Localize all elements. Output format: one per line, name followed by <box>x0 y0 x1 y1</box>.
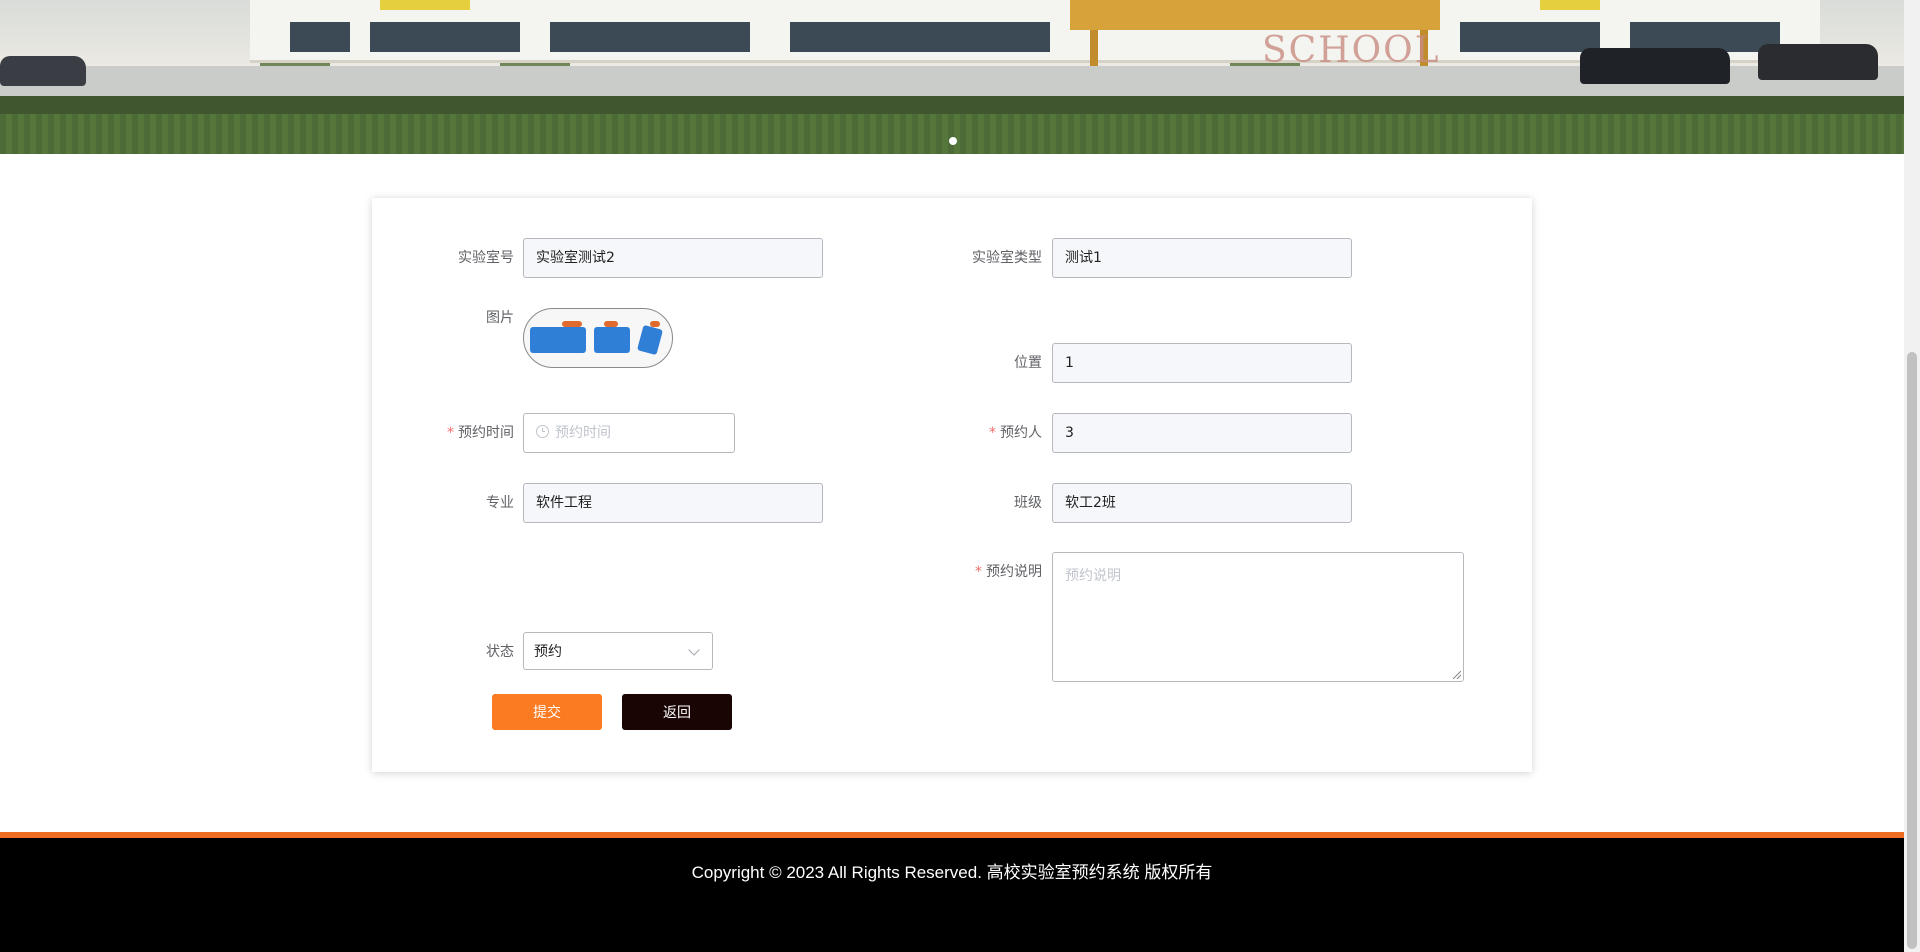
description-textarea[interactable]: 预约说明 <box>1052 552 1464 682</box>
page-scrollbar[interactable] <box>1904 0 1920 952</box>
battery-pack-image <box>636 324 664 356</box>
submit-button[interactable]: 提交 <box>492 694 602 730</box>
battery-pack-image <box>530 327 586 353</box>
required-mark: * <box>447 425 454 441</box>
car-decoration <box>0 56 86 86</box>
class-label: 班级 <box>1014 495 1042 511</box>
reserver-input[interactable]: 3 <box>1052 413 1352 453</box>
location-label: 位置 <box>1014 355 1042 371</box>
lawn <box>0 114 1904 154</box>
class-input[interactable]: 软工2班 <box>1052 483 1352 523</box>
required-mark: * <box>975 564 982 580</box>
description-label: * 预约说明 <box>975 564 1042 580</box>
lab-type-label: 实验室类型 <box>972 250 1042 266</box>
clock-icon <box>536 425 549 438</box>
banner-carousel[interactable]: SCHOOL <box>0 0 1904 154</box>
reserve-time-picker[interactable]: 预约时间 <box>523 413 735 453</box>
carousel-indicator-dot[interactable] <box>949 137 957 145</box>
car-decoration <box>1758 44 1878 80</box>
hedge <box>0 96 1904 114</box>
status-label: 状态 <box>486 644 514 660</box>
school-sign: SCHOOL <box>1262 30 1441 71</box>
resize-handle-icon[interactable] <box>1453 671 1461 679</box>
entrance-canopy <box>1070 0 1440 30</box>
lab-no-label: 实验室号 <box>458 250 514 266</box>
footer: Copyright © 2023 All Rights Reserved. 高校… <box>0 838 1904 952</box>
battery-pack-image <box>594 327 630 353</box>
scrollbar-thumb[interactable] <box>1907 352 1917 949</box>
lab-type-input[interactable]: 测试1 <box>1052 238 1352 278</box>
chevron-down-icon <box>688 644 700 656</box>
reserver-label: * 预约人 <box>989 425 1042 441</box>
status-select[interactable]: 预约 <box>523 632 713 670</box>
required-mark: * <box>989 425 996 441</box>
reserve-time-label: * 预约时间 <box>447 425 514 441</box>
back-button[interactable]: 返回 <box>622 694 732 730</box>
major-input[interactable]: 软件工程 <box>523 483 823 523</box>
location-input[interactable]: 1 <box>1052 343 1352 383</box>
footer-copyright: Copyright © 2023 All Rights Reserved. 高校… <box>691 863 1213 882</box>
car-decoration <box>1580 48 1730 84</box>
lab-no-input[interactable]: 实验室测试2 <box>523 238 823 278</box>
major-label: 专业 <box>486 495 514 511</box>
reservation-form-card: 实验室号 实验室测试2 实验室类型 测试1 图片 位置 1 * 预约时间 预约时间… <box>372 198 1532 772</box>
lab-image-thumbnail[interactable] <box>523 308 673 368</box>
image-label: 图片 <box>486 310 514 326</box>
